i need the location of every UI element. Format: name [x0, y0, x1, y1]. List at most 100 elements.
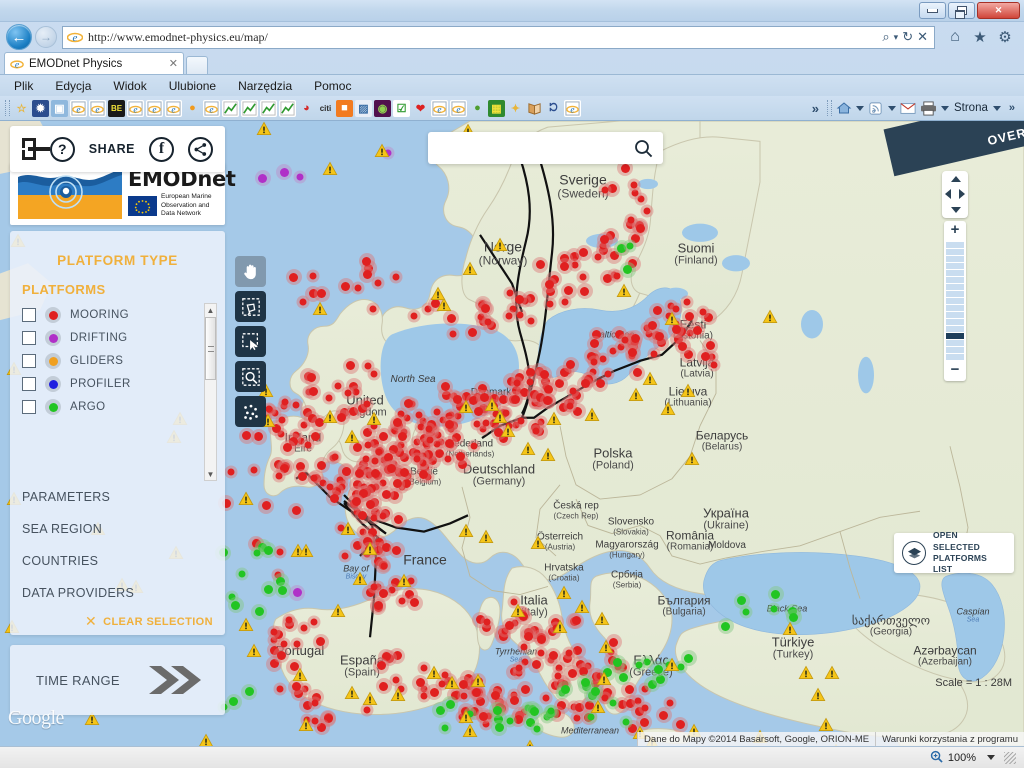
- map-platform-marker[interactable]: [395, 594, 408, 608]
- pan-right-icon[interactable]: [959, 189, 965, 199]
- map-platform-marker[interactable]: [733, 592, 750, 609]
- map-platform-marker[interactable]: [308, 696, 322, 710]
- clear-selection-button[interactable]: ✕ CLEAR SELECTION: [10, 609, 225, 630]
- map-platform-marker[interactable]: [576, 283, 593, 300]
- squiggle-icon[interactable]: ᘰ: [545, 100, 562, 117]
- map-platform-marker[interactable]: [272, 469, 286, 483]
- map-platform-marker[interactable]: [696, 305, 710, 319]
- map-platform-marker[interactable]: [326, 490, 342, 507]
- map-platform-marker[interactable]: [624, 344, 641, 361]
- filter-section-countries[interactable]: COUNTRIES: [10, 545, 225, 577]
- platform-checkbox-profiler[interactable]: [22, 377, 36, 391]
- check-box-icon[interactable]: ☑: [393, 99, 410, 117]
- ie-page-icon-1[interactable]: e: [70, 99, 87, 117]
- map-platform-marker[interactable]: [288, 502, 305, 519]
- map-platform-marker[interactable]: [297, 621, 311, 635]
- map-platform-marker[interactable]: [333, 409, 350, 426]
- pan-down-icon[interactable]: [951, 207, 961, 213]
- search-input[interactable]: [438, 140, 634, 156]
- map-platform-marker[interactable]: [650, 661, 667, 678]
- map-platform-marker[interactable]: [331, 379, 345, 392]
- map-platform-marker[interactable]: [476, 389, 493, 406]
- green-globe-icon[interactable]: ●: [469, 100, 486, 117]
- map-platform-marker[interactable]: [674, 338, 691, 354]
- zoom-level-label[interactable]: 100%: [948, 752, 976, 764]
- platform-filter-row-argo[interactable]: ARGO: [22, 399, 225, 415]
- map-platform-marker[interactable]: [618, 333, 632, 347]
- star-add-favorite-icon[interactable]: ☆: [13, 100, 30, 117]
- favorites-overflow-icon[interactable]: »: [807, 101, 824, 116]
- map-platform-marker[interactable]: [477, 300, 494, 317]
- platform-checkbox-mooring[interactable]: [22, 308, 36, 322]
- map-platform-marker[interactable]: [511, 291, 528, 307]
- map-platform-marker[interactable]: [275, 413, 289, 427]
- page-menu-dropdown-icon[interactable]: [992, 105, 1001, 111]
- map-platform-marker[interactable]: [442, 696, 458, 713]
- map-platform-marker[interactable]: [596, 231, 613, 248]
- map-platform-marker[interactable]: [767, 586, 784, 603]
- map-platform-marker[interactable]: [575, 244, 592, 261]
- menu-item-pomoc[interactable]: Pomoc: [314, 79, 351, 93]
- map-platform-marker[interactable]: [489, 702, 506, 719]
- map-platform-marker[interactable]: [247, 463, 261, 477]
- map-platform-marker[interactable]: [367, 465, 384, 482]
- map-platform-marker[interactable]: [388, 542, 405, 559]
- print-icon[interactable]: [920, 99, 938, 117]
- map-platform-marker[interactable]: [557, 681, 574, 698]
- citi-icon[interactable]: citi: [317, 100, 334, 117]
- map-platform-marker[interactable]: [305, 383, 322, 400]
- map-platform-marker[interactable]: [638, 701, 652, 714]
- map-platform-marker[interactable]: [322, 391, 336, 405]
- map-platform-marker[interactable]: [389, 414, 406, 431]
- ie-page-icon-4[interactable]: e: [146, 99, 163, 117]
- map-platform-marker[interactable]: [276, 164, 292, 181]
- map-platform-marker[interactable]: [627, 178, 641, 192]
- zoom-step-11[interactable]: [946, 319, 964, 325]
- map-platform-marker[interactable]: [366, 302, 380, 316]
- map-platform-marker[interactable]: [359, 266, 376, 283]
- zoom-step-13[interactable]: [946, 333, 964, 339]
- zoom-track[interactable]: [946, 242, 964, 360]
- map-platform-marker[interactable]: [225, 693, 242, 710]
- purple-icon[interactable]: ◉: [374, 99, 391, 117]
- zoom-dropdown-icon[interactable]: [987, 755, 995, 760]
- search-address-icon[interactable]: ⌕: [882, 29, 889, 45]
- zoom-step-15[interactable]: [946, 347, 964, 353]
- map-platform-marker[interactable]: [449, 391, 465, 408]
- page-menu-label[interactable]: Strona: [952, 102, 990, 114]
- map-platform-marker[interactable]: [549, 621, 562, 635]
- map-platform-marker[interactable]: [290, 637, 304, 650]
- map-platform-marker[interactable]: [377, 559, 391, 573]
- platform-checkbox-argo[interactable]: [22, 400, 36, 414]
- map-platform-marker[interactable]: [360, 397, 374, 411]
- map-platform-marker[interactable]: [514, 414, 528, 428]
- zoom-slider[interactable]: + −: [944, 221, 966, 381]
- share-network-icon[interactable]: [188, 136, 213, 162]
- map-platform-marker[interactable]: [400, 395, 417, 412]
- map-platform-marker[interactable]: [250, 546, 264, 560]
- platform-checkbox-gliders[interactable]: [22, 354, 36, 368]
- print-dropdown-icon[interactable]: [940, 105, 949, 111]
- map-platform-marker[interactable]: [490, 424, 507, 441]
- zoom-step-2[interactable]: [946, 256, 964, 262]
- pan-pad[interactable]: [942, 171, 968, 218]
- map-platform-marker[interactable]: [286, 658, 303, 675]
- feeds-dropdown-icon[interactable]: [887, 105, 896, 111]
- resize-grip-icon[interactable]: [1004, 751, 1016, 764]
- yellow-star-icon[interactable]: ✦: [507, 100, 524, 117]
- zoom-in-button[interactable]: +: [951, 222, 960, 239]
- chart-green-icon-3[interactable]: [260, 99, 277, 117]
- map-platform-marker[interactable]: [375, 678, 392, 695]
- address-bar[interactable]: e http://www.emodnet-physics.eu/map/ ⌕ ▾…: [62, 25, 935, 49]
- command-bar-grip[interactable]: [826, 100, 832, 116]
- map-platform-marker[interactable]: [296, 295, 310, 309]
- map-platform-marker[interactable]: [273, 682, 287, 696]
- map-platform-marker[interactable]: [235, 567, 249, 581]
- map-platform-marker[interactable]: [605, 634, 622, 651]
- menu-item-plik[interactable]: Plik: [14, 79, 33, 93]
- map-platform-marker[interactable]: [306, 269, 320, 283]
- tab-close-icon[interactable]: ✕: [163, 57, 178, 70]
- map-platform-marker[interactable]: [417, 661, 431, 675]
- map-platform-marker[interactable]: [669, 302, 683, 315]
- map-platform-marker[interactable]: [606, 696, 620, 710]
